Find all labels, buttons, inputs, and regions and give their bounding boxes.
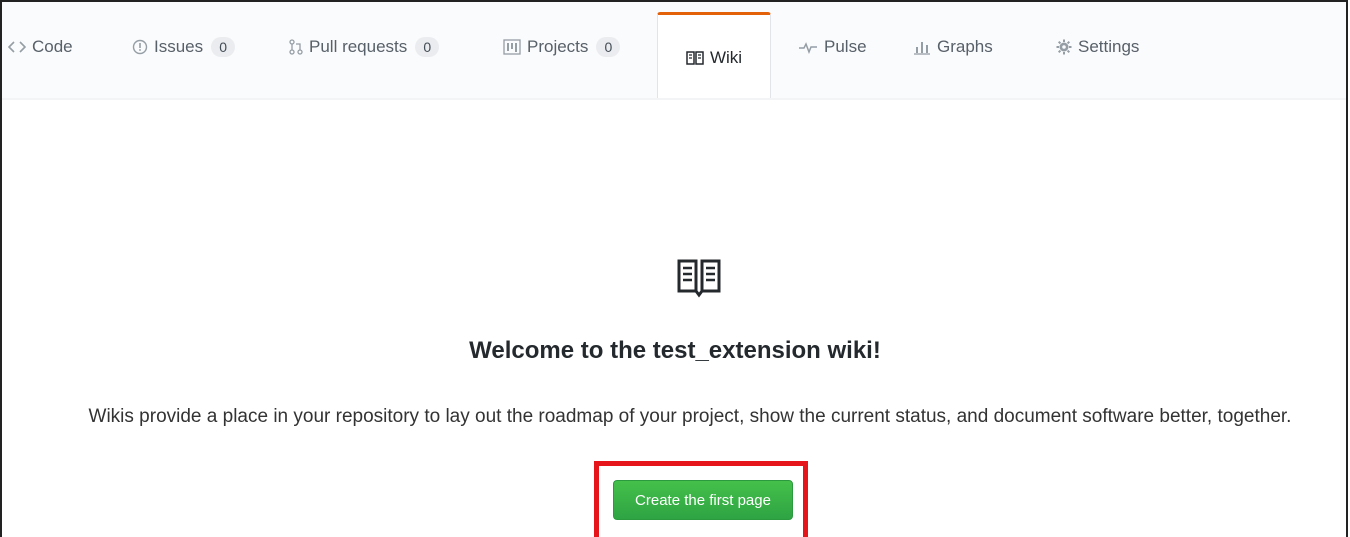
- wiki-book-icon: [676, 255, 722, 301]
- project-icon: [503, 39, 521, 55]
- tab-code[interactable]: Code: [8, 14, 73, 80]
- pull-requests-count: 0: [415, 37, 440, 57]
- issues-count: 0: [211, 37, 236, 57]
- tab-issues[interactable]: Issues 0: [132, 14, 236, 80]
- tab-wiki[interactable]: Wiki: [657, 12, 771, 100]
- graph-icon: [913, 39, 931, 55]
- tab-label: Wiki: [709, 47, 743, 67]
- code-icon: [8, 40, 26, 54]
- tab-label: Projects: [527, 37, 589, 56]
- wiki-description: Wikis provide a place in your repository…: [88, 406, 1292, 427]
- divider: [2, 98, 1346, 100]
- tab-label: Graphs: [937, 37, 993, 56]
- tab-projects[interactable]: Projects 0: [503, 14, 621, 80]
- tab-label: Issues: [154, 37, 204, 56]
- gear-icon: [1056, 39, 1072, 55]
- pulse-icon: [798, 40, 818, 54]
- tab-label: Code: [32, 37, 73, 56]
- highlight-box: [594, 461, 808, 537]
- tab-graphs[interactable]: Graphs: [913, 14, 993, 80]
- tab-label: Settings: [1078, 37, 1140, 56]
- tab-settings[interactable]: Settings: [1056, 14, 1139, 80]
- book-icon: [686, 50, 704, 65]
- projects-count: 0: [596, 37, 621, 57]
- wiki-title: Welcome to the test_extension wiki!: [469, 337, 881, 364]
- repo-nav: Code Issues 0 Pull requests 0 Projects 0…: [2, 2, 1346, 100]
- tab-pull-requests[interactable]: Pull requests 0: [289, 14, 440, 80]
- tab-label: Pulse: [824, 37, 867, 56]
- tab-pulse[interactable]: Pulse: [798, 14, 867, 80]
- pull-request-icon: [289, 39, 303, 55]
- tab-label: Pull requests: [309, 37, 408, 56]
- issue-icon: [132, 39, 148, 55]
